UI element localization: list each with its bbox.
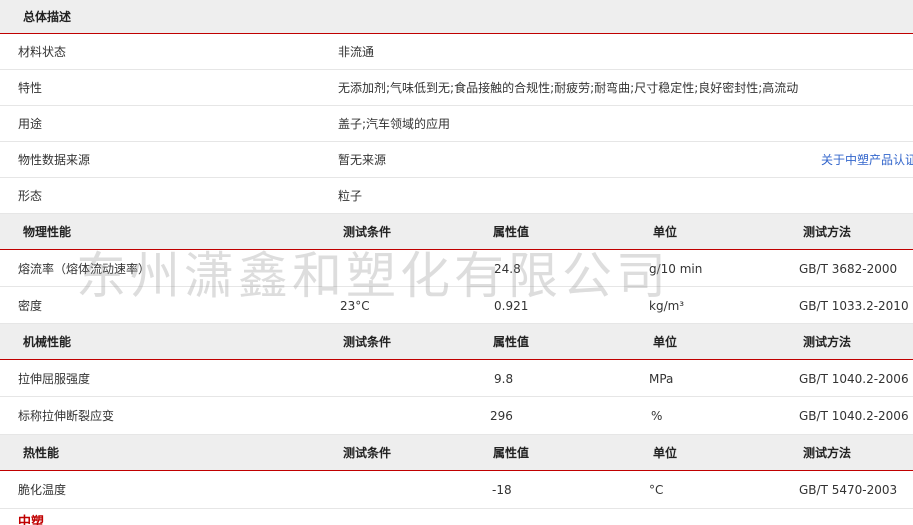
general-section-header: 总体描述 (0, 0, 913, 34)
property-name: 标称拉伸断裂应变 (18, 409, 115, 423)
column-header-value: 属性值 (493, 225, 530, 239)
row-label: 特性 (18, 81, 43, 95)
property-method: GB/T 5470-2003 (799, 483, 898, 497)
property-row-break-strain: 标称拉伸断裂应变 296 % GB/T 1040.2-2006 (0, 397, 913, 435)
general-row-source: 物性数据来源 暂无来源 关于中塑产品认证 (0, 142, 913, 178)
property-condition: 23°C (340, 299, 370, 313)
column-header-value: 属性值 (493, 335, 530, 349)
physical-section-header: 物理性能 测试条件 属性值 单位 测试方法 (0, 214, 913, 250)
column-header-value: 属性值 (493, 446, 530, 460)
property-unit: kg/m³ (649, 299, 685, 313)
property-row-brittleness-temp: 脆化温度 -18 °C GB/T 5470-2003 (0, 471, 913, 509)
column-header-condition: 测试条件 (343, 446, 392, 460)
general-section-title: 总体描述 (23, 10, 72, 24)
mechanical-section-header: 机械性能 测试条件 属性值 单位 测试方法 (0, 324, 913, 360)
property-method: GB/T 1033.2-2010 (799, 299, 909, 313)
property-name: 熔流率（熔体流动速率） (18, 262, 151, 276)
property-method: GB/T 1040.2-2006 (799, 372, 909, 386)
row-label: 材料状态 (18, 45, 67, 59)
row-value: 非流通 (338, 45, 375, 59)
row-value: 无添加剂;气味低到无;食品接触的合规性;耐疲劳;耐弯曲;尺寸稳定性;良好密封性;… (338, 81, 799, 95)
property-name: 脆化温度 (18, 483, 67, 497)
material-datasheet: 总体描述 材料状态 非流通 特性 无添加剂;气味低到无;食品接触的合规性;耐疲劳… (0, 0, 913, 525)
property-row-density: 密度 23°C 0.921 kg/m³ GB/T 1033.2-2010 (0, 287, 913, 324)
property-value: 296 (490, 409, 513, 423)
property-value: 24.8 (494, 262, 521, 276)
footer-section-title: 中塑 (18, 515, 45, 525)
property-row-tensile-yield: 拉伸屈服强度 9.8 MPa GB/T 1040.2-2006 (0, 360, 913, 397)
property-value: 9.8 (494, 372, 514, 386)
product-certification-link[interactable]: 关于中塑产品认证 (821, 152, 913, 168)
row-label: 用途 (18, 117, 43, 131)
property-unit: g/10 min (649, 262, 703, 276)
property-unit: % (651, 409, 663, 423)
physical-section-title: 物理性能 (23, 225, 72, 239)
row-value: 粒子 (338, 189, 363, 203)
column-header-method: 测试方法 (803, 225, 852, 239)
column-header-condition: 测试条件 (343, 225, 392, 239)
property-unit: °C (649, 483, 664, 497)
general-row-features: 特性 无添加剂;气味低到无;食品接触的合规性;耐疲劳;耐弯曲;尺寸稳定性;良好密… (0, 70, 913, 106)
row-value: 盖子;汽车领域的应用 (338, 117, 451, 131)
column-header-unit: 单位 (653, 335, 678, 349)
property-name: 拉伸屈服强度 (18, 372, 91, 386)
mechanical-section-title: 机械性能 (23, 335, 72, 349)
column-header-method: 测试方法 (803, 446, 852, 460)
column-header-unit: 单位 (653, 446, 678, 460)
property-unit: MPa (649, 372, 674, 386)
row-label: 形态 (18, 189, 43, 203)
row-value: 暂无来源 (338, 153, 387, 167)
column-header-condition: 测试条件 (343, 335, 392, 349)
general-row-usage: 用途 盖子;汽车领域的应用 (0, 106, 913, 142)
property-row-melt-flow: 熔流率（熔体流动速率） 24.8 g/10 min GB/T 3682-2000 (0, 250, 913, 287)
property-value: -18 (492, 483, 512, 497)
column-header-unit: 单位 (653, 225, 678, 239)
property-name: 密度 (18, 299, 43, 313)
property-value: 0.921 (494, 299, 529, 313)
thermal-section-header: 热性能 测试条件 属性值 单位 测试方法 (0, 435, 913, 471)
column-header-method: 测试方法 (803, 335, 852, 349)
property-method: GB/T 1040.2-2006 (799, 409, 909, 423)
thermal-section-title: 热性能 (23, 446, 60, 460)
general-row-form: 形态 粒子 (0, 178, 913, 214)
row-label: 物性数据来源 (18, 153, 91, 167)
general-row-status: 材料状态 非流通 (0, 34, 913, 70)
property-method: GB/T 3682-2000 (799, 262, 898, 276)
